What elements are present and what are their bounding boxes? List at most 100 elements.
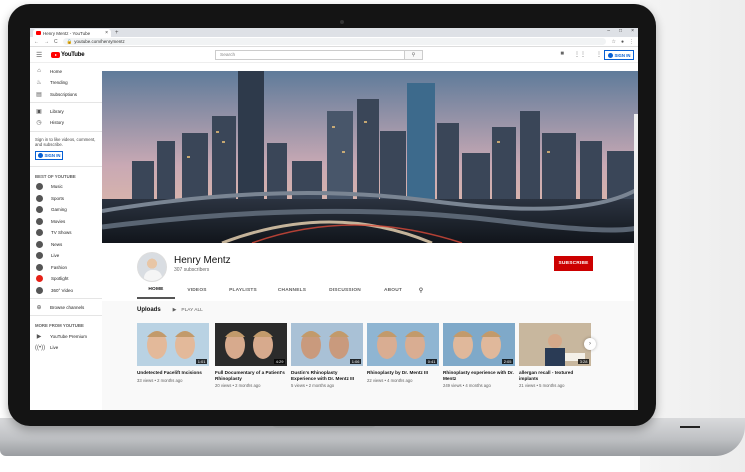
video-duration: 4:29 [274, 359, 285, 364]
channel-avatar[interactable] [137, 252, 167, 282]
video-card[interactable]: 3:28 allergan recall - textured implants… [519, 323, 591, 388]
video-meta: 21 views • 5 months ago [519, 383, 565, 388]
sidebar-item-label: Music [51, 184, 63, 189]
menu-icon[interactable]: ☰ [36, 51, 48, 59]
tab-videos[interactable]: VIDEOS [175, 281, 219, 299]
subscriber-count: 307 subscribers [174, 267, 210, 273]
browser-menu-icon[interactable]: ⋮ [629, 39, 634, 45]
video-title[interactable]: allergan recall - textured implants [519, 370, 591, 381]
video-thumbnail[interactable]: 4:29 [215, 323, 287, 366]
profile-icon[interactable]: ● [621, 39, 624, 45]
play-icon: ▶ [172, 307, 177, 313]
sidebar-item-spotlight[interactable]: Spotlight [30, 274, 102, 284]
youtube-logo[interactable]: YouTube [51, 51, 85, 58]
library-icon: ▣ [36, 108, 42, 115]
scrollbar[interactable] [634, 114, 638, 410]
sidebar-item-live[interactable]: ((•)) Live [30, 343, 102, 353]
camera-icon[interactable]: ■ [560, 51, 564, 58]
sidebar-item-tv-shows[interactable]: TV Shows [30, 228, 102, 238]
reload-icon[interactable]: C [54, 39, 58, 45]
browser-tab[interactable]: Henry Mentz - YouTube × [33, 29, 111, 37]
sidebar-item-movies[interactable]: Movies [30, 216, 102, 226]
search-input[interactable]: Search [215, 50, 405, 60]
sidebar-item-sports[interactable]: Sports [30, 193, 102, 203]
sidebar-item-trending[interactable]: ♨ Trending [30, 78, 102, 88]
video-duration: 1:06 [350, 359, 361, 364]
video-thumbnail[interactable]: 1:06 [291, 323, 363, 366]
video-thumbnail[interactable]: 1:01 [137, 323, 209, 366]
maximize-button[interactable]: □ [619, 28, 622, 34]
video-card[interactable]: 0:41 Rhinoplasty by Dr. Mentz III 22 vie… [367, 323, 439, 383]
sidebar-item-label: Library [50, 108, 64, 114]
sidebar-item-label: Home [50, 68, 63, 74]
sidebar-item-label: Browse channels [50, 304, 85, 310]
sidebar-item-live[interactable]: Live [30, 251, 102, 261]
sidebar-item-history[interactable]: ◷ History [30, 118, 102, 128]
logo-text: YouTube [61, 51, 85, 58]
account-icon [607, 52, 613, 58]
video-meta: 249 views • 4 months ago [443, 383, 491, 388]
browser-tabbar: Henry Mentz - YouTube × + – □ × [30, 28, 638, 37]
live-icon: ((•)) [35, 344, 46, 351]
video-thumbnail[interactable]: 3:28 [519, 323, 591, 366]
channel-tabs: HOME VIDEOS PLAYLISTS CHANNELS DISCUSSIO… [137, 281, 429, 299]
uploads-title[interactable]: Uploads [137, 307, 161, 313]
webcam [340, 20, 344, 24]
sidebar-item-home[interactable]: ⌂ Home [30, 66, 102, 76]
youtube-premium-icon: ▶ [36, 333, 42, 340]
sidebar-item-fashion[interactable]: Fashion [30, 262, 102, 272]
video-thumbnail[interactable]: 2:05 [443, 323, 515, 366]
sidebar-item-subscriptions[interactable]: ▤ Subscriptions [30, 89, 102, 99]
bookmark-star-icon[interactable]: ☆ [611, 39, 615, 45]
video-title[interactable]: Undetected Facelift Incisions [137, 370, 209, 376]
sidebar-sign-in-button[interactable]: SIGN IN [35, 150, 63, 160]
channel-search-icon[interactable]: ⚲ [413, 281, 429, 299]
history-icon: ◷ [36, 120, 42, 126]
url-field[interactable]: 🔒 youtube.com/henrymentz [62, 38, 607, 45]
video-card[interactable]: 1:06 Dustin's Rhinoplasty Experience wit… [291, 323, 363, 388]
sidebar-item-360-video[interactable]: 360° Video [30, 285, 102, 295]
channel-header: Henry Mentz 307 subscribers SUBSCRIBE HO… [102, 243, 638, 301]
close-window-button[interactable]: × [631, 28, 634, 34]
forward-icon[interactable]: → [44, 39, 49, 45]
video-title[interactable]: Full Documentary of a Patient's Rhinopla… [215, 370, 287, 381]
sidebar-item-label: Spotlight [51, 276, 69, 281]
sidebar-item-youtube-premium[interactable]: ▶ YouTube Premium [30, 331, 102, 341]
video-title[interactable]: Dustin's Rhinoplasty Experience with Dr.… [291, 370, 363, 381]
sidebar-item-music[interactable]: Music [30, 182, 102, 192]
back-icon[interactable]: ← [34, 39, 39, 45]
sidebar-item-news[interactable]: News [30, 239, 102, 249]
sidebar-item-label: TV Shows [51, 230, 72, 235]
video-title[interactable]: Rhinoplasty experience with Dr. Mentz [443, 370, 515, 381]
subscriptions-icon: ▤ [36, 91, 42, 98]
play-all-button[interactable]: ▶ PLAY ALL [173, 308, 203, 313]
sign-in-button[interactable]: SIGN IN [604, 50, 634, 60]
tab-discussion[interactable]: DISCUSSION [317, 281, 373, 299]
category-thumbnail-icon [36, 286, 43, 294]
category-thumbnail-icon [36, 194, 43, 202]
apps-icon[interactable]: ⋮⋮ [574, 51, 586, 58]
tab-playlists[interactable]: PLAYLISTS [219, 281, 267, 299]
add-circle-icon: ⊕ [36, 304, 42, 311]
category-thumbnail-icon [36, 206, 43, 213]
sidebar-item-library[interactable]: ▣ Library [30, 106, 102, 116]
tab-close-icon[interactable]: × [105, 30, 108, 36]
video-card[interactable]: 1:01 Undetected Facelift Incisions 33 vi… [137, 323, 209, 383]
subscribe-button[interactable]: SUBSCRIBE [554, 256, 593, 271]
video-title[interactable]: Rhinoplasty by Dr. Mentz III [367, 370, 439, 376]
video-card[interactable]: 2:05 Rhinoplasty experience with Dr. Men… [443, 323, 515, 388]
new-tab-button[interactable]: + [115, 29, 119, 37]
minimize-button[interactable]: – [607, 28, 610, 34]
tab-about[interactable]: ABOUT [373, 281, 413, 299]
tab-channels[interactable]: CHANNELS [267, 281, 317, 299]
next-arrow-icon[interactable]: › [584, 338, 596, 350]
tab-home[interactable]: HOME [137, 281, 175, 299]
video-card[interactable]: 4:29 Full Documentary of a Patient's Rhi… [215, 323, 287, 388]
more-icon[interactable]: ⋮ [596, 51, 602, 58]
video-thumbnail[interactable]: 0:41 [367, 323, 439, 366]
search-button[interactable]: ⚲ [405, 50, 423, 60]
sidebar-item-browse-channels[interactable]: ⊕ Browse channels [30, 302, 102, 312]
sidebar-item-label: Trending [50, 80, 68, 85]
sidebar-item-gaming[interactable]: Gaming [30, 205, 102, 215]
video-meta: 5 views • 2 months ago [291, 383, 335, 388]
